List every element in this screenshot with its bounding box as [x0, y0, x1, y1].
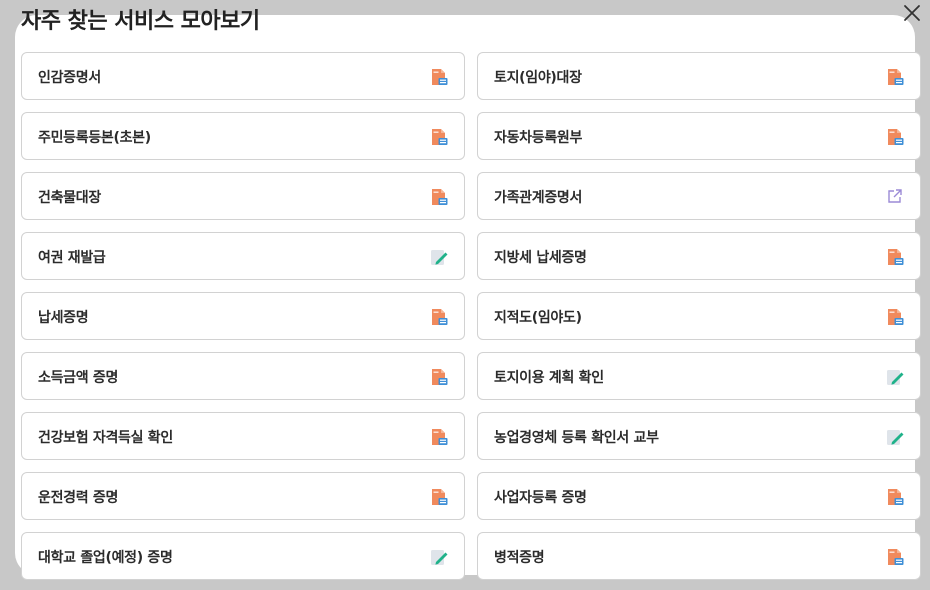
edit-icon	[885, 367, 905, 387]
document-icon	[429, 487, 449, 507]
service-card[interactable]: 여권 재발급	[21, 232, 465, 280]
service-card-label: 납세증명	[38, 310, 89, 326]
service-card[interactable]: 인감증명서	[21, 52, 465, 100]
service-card-label: 자동차등록원부	[494, 130, 583, 146]
document-icon	[429, 367, 449, 387]
service-card-label: 대학교 졸업(예정) 증명	[38, 550, 173, 566]
service-card[interactable]: 대학교 졸업(예정) 증명	[21, 532, 465, 580]
service-card-label: 운전경력 증명	[38, 490, 119, 506]
service-card[interactable]: 소득금액 증명	[21, 352, 465, 400]
service-card[interactable]: 지방세 납세증명	[477, 232, 921, 280]
service-card[interactable]: 병적증명	[477, 532, 921, 580]
service-card-label: 토지이용 계획 확인	[494, 370, 604, 386]
modal-title: 자주 찾는 서비스 모아보기	[21, 9, 260, 34]
external-link-icon	[887, 188, 903, 204]
document-icon	[885, 307, 905, 327]
document-icon	[885, 247, 905, 267]
service-card[interactable]: 운전경력 증명	[21, 472, 465, 520]
service-card[interactable]: 건강보험 자격득실 확인	[21, 412, 465, 460]
service-card-label: 지방세 납세증명	[494, 250, 587, 266]
service-card-label: 소득금액 증명	[38, 370, 119, 386]
service-card-label: 주민등록등본(초본)	[38, 130, 151, 146]
service-card-label: 건축물대장	[38, 190, 101, 206]
service-card-label: 병적증명	[494, 550, 545, 566]
service-card-label: 토지(임야)대장	[494, 70, 582, 86]
document-icon	[885, 127, 905, 147]
document-icon	[429, 427, 449, 447]
service-card-label: 가족관계증명서	[494, 190, 583, 206]
service-card-label: 건강보험 자격득실 확인	[38, 430, 173, 446]
service-card-label: 사업자등록 증명	[494, 490, 587, 506]
service-card[interactable]: 건축물대장	[21, 172, 465, 220]
service-card[interactable]: 토지(임야)대장	[477, 52, 921, 100]
document-icon	[429, 307, 449, 327]
service-card-label: 지적도(임야도)	[494, 310, 582, 326]
service-card[interactable]: 납세증명	[21, 292, 465, 340]
service-card[interactable]: 사업자등록 증명	[477, 472, 921, 520]
edit-icon	[885, 427, 905, 447]
edit-icon	[429, 547, 449, 567]
service-card-label: 인감증명서	[38, 70, 101, 86]
document-icon	[885, 547, 905, 567]
service-card[interactable]: 주민등록등본(초본)	[21, 112, 465, 160]
service-card[interactable]: 토지이용 계획 확인	[477, 352, 921, 400]
edit-icon	[429, 247, 449, 267]
document-icon	[429, 67, 449, 87]
service-card[interactable]: 자동차등록원부	[477, 112, 921, 160]
document-icon	[429, 127, 449, 147]
close-icon[interactable]	[902, 3, 922, 23]
service-card[interactable]: 가족관계증명서	[477, 172, 921, 220]
document-icon	[429, 187, 449, 207]
service-card[interactable]: 농업경영체 등록 확인서 교부	[477, 412, 921, 460]
service-card-label: 여권 재발급	[38, 250, 106, 266]
document-icon	[885, 487, 905, 507]
document-icon	[885, 67, 905, 87]
service-card-label: 농업경영체 등록 확인서 교부	[494, 430, 659, 446]
service-card[interactable]: 지적도(임야도)	[477, 292, 921, 340]
